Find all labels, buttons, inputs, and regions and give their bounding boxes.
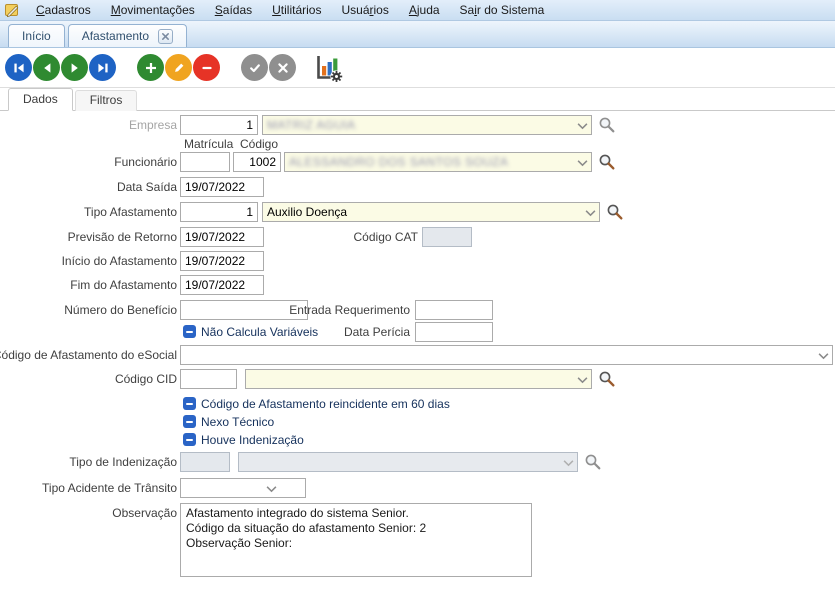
codigo-esocial-label: Código de Afastamento do eSocial [0, 345, 177, 365]
checkbox-dash-icon [186, 421, 193, 423]
empresa-label: Empresa [129, 115, 177, 135]
previous-record-button[interactable] [33, 54, 60, 81]
first-record-button[interactable] [5, 54, 32, 81]
data-pericia-field[interactable] [415, 322, 493, 342]
reincidente-checkbox[interactable] [183, 397, 196, 410]
next-record-button[interactable] [61, 54, 88, 81]
funcionario-text: ALESSANDRO DOS SANTOS SOUZA [289, 155, 508, 169]
close-tab-icon[interactable] [158, 29, 173, 44]
data-saida-field[interactable]: 19/07/2022 [180, 177, 264, 197]
menu-item-ajuda[interactable]: Ajuda [399, 0, 450, 21]
menu-bar: Cadastros Movimentações Saídas Utilitári… [0, 0, 835, 21]
tipo-indenizacao-combo [238, 452, 578, 472]
tipo-afastamento-text: Auxilio Doença [267, 205, 347, 219]
data-saida-label: Data Saída [117, 177, 177, 197]
tab-afastamento[interactable]: Afastamento [68, 24, 187, 47]
tipo-afastamento-label: Tipo Afastamento [84, 202, 177, 222]
funcionario-combo[interactable]: ALESSANDRO DOS SANTOS SOUZA [284, 152, 592, 172]
tipo-afastamento-combo[interactable]: Auxilio Doença [262, 202, 600, 222]
codigo-cid-combo[interactable] [245, 369, 592, 389]
data-pericia-label: Data Perícia [344, 322, 410, 342]
empresa-search-icon[interactable] [598, 116, 616, 134]
cancel-button[interactable] [269, 54, 296, 81]
add-record-button[interactable] [137, 54, 164, 81]
menu-item-utilitarios[interactable]: Utilitários [262, 0, 331, 21]
observacao-textarea[interactable]: Afastamento integrado do sistema Senior.… [180, 503, 532, 577]
entrada-requerimento-label: Entrada Requerimento [289, 300, 410, 320]
tipo-indenizacao-code-field [180, 452, 230, 472]
inicio-afastamento-label: Início do Afastamento [62, 251, 177, 271]
codigo-cat-label: Código CAT [354, 227, 418, 247]
menu-item-usuarios[interactable]: Usuários [331, 0, 398, 21]
tab-inicio[interactable]: Início [8, 24, 65, 47]
empresa-combo[interactable]: MATRIZ AGUIA [262, 115, 592, 135]
toolbar-spacer [117, 67, 137, 68]
previsao-retorno-field[interactable]: 19/07/2022 [180, 227, 264, 247]
last-record-button[interactable] [89, 54, 116, 81]
chevron-down-icon [563, 459, 574, 467]
fim-afastamento-label: Fim do Afastamento [70, 275, 177, 295]
tipo-acidente-combo[interactable] [180, 478, 306, 498]
chevron-down-icon[interactable] [577, 122, 588, 130]
confirm-button[interactable] [241, 54, 268, 81]
menu-item-sair-do-sistema[interactable]: Sair do Sistema [450, 0, 555, 21]
checkbox-dash-icon [186, 403, 193, 405]
chevron-down-icon[interactable] [577, 376, 588, 384]
chevron-down-icon[interactable] [585, 209, 596, 217]
menu-item-cadastros[interactable]: Cadastros [26, 0, 101, 21]
checkbox-dash-icon [186, 331, 193, 333]
delete-record-button[interactable] [193, 54, 220, 81]
nexo-tecnico-label: Nexo Técnico [201, 415, 274, 429]
nao-calcula-variaveis-label: Não Calcula Variáveis [201, 325, 318, 339]
codigo-header: Código [240, 137, 278, 151]
previsao-retorno-label: Previsão de Retorno [68, 227, 177, 247]
empresa-code-field[interactable]: 1 [180, 115, 258, 135]
funcionario-search-icon[interactable] [598, 153, 616, 171]
bar-chart-gear-icon [314, 54, 344, 82]
application-window: Cadastros Movimentações Saídas Utilitári… [0, 0, 835, 592]
codigo-cid-code-field[interactable] [180, 369, 237, 389]
toolbar-spacer [221, 67, 241, 68]
menu-item-saidas[interactable]: Saídas [205, 0, 262, 21]
fim-afastamento-field[interactable]: 19/07/2022 [180, 275, 264, 295]
funcionario-label: Funcionário [114, 152, 177, 172]
entrada-requerimento-field[interactable] [415, 300, 493, 320]
chart-settings-button[interactable] [313, 53, 345, 83]
reincidente-label: Código de Afastamento reincidente em 60 … [201, 397, 450, 411]
tipo-afastamento-code-field[interactable]: 1 [180, 202, 258, 222]
edit-record-button[interactable] [165, 54, 192, 81]
tipo-afastamento-search-icon[interactable] [606, 203, 624, 221]
empresa-text: MATRIZ AGUIA [267, 118, 356, 132]
chevron-down-icon[interactable] [818, 352, 829, 360]
funcionario-matricula-field[interactable] [180, 152, 230, 172]
app-icon [4, 2, 20, 18]
houve-indenizacao-label: Houve Indenização [201, 433, 304, 447]
codigo-esocial-combo[interactable] [180, 345, 833, 365]
chevron-down-icon[interactable] [266, 485, 277, 493]
tipo-indenizacao-label: Tipo de Indenização [69, 452, 177, 472]
matricula-header: Matrícula [184, 137, 233, 151]
subtab-dados[interactable]: Dados [8, 88, 73, 111]
funcionario-codigo-field[interactable]: 1002 [233, 152, 281, 172]
checkbox-dash-icon [186, 439, 193, 441]
observacao-label: Observação [112, 503, 177, 523]
houve-indenizacao-checkbox[interactable] [183, 433, 196, 446]
nexo-tecnico-checkbox[interactable] [183, 415, 196, 428]
codigo-cid-label: Código CID [115, 369, 177, 389]
subtab-filtros[interactable]: Filtros [75, 90, 138, 111]
chevron-down-icon[interactable] [577, 159, 588, 167]
nao-calcula-variaveis-checkbox[interactable] [183, 325, 196, 338]
tipo-acidente-label: Tipo Acidente de Trânsito [42, 478, 177, 498]
record-toolbar [0, 48, 835, 88]
numero-beneficio-label: Número do Benefício [64, 300, 177, 320]
tipo-indenizacao-search-icon [584, 453, 602, 471]
tab-bar: Início Afastamento [0, 21, 835, 48]
codigo-cid-search-icon[interactable] [598, 370, 616, 388]
inicio-afastamento-field[interactable]: 19/07/2022 [180, 251, 264, 271]
menu-item-movimentacoes[interactable]: Movimentações [101, 0, 205, 21]
codigo-cat-field [422, 227, 472, 247]
form-subtabs: Dados Filtros [0, 88, 835, 111]
